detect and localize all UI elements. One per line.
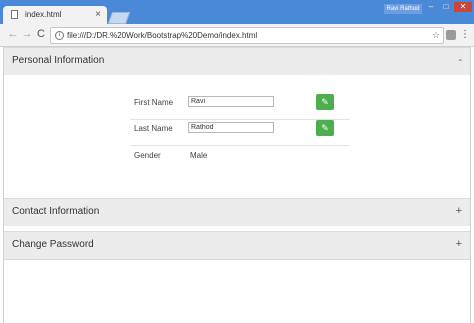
- tab-title: index.html: [25, 10, 62, 19]
- address-url[interactable]: file:///D:/DR.%20Work/Bootstrap%20Demo/i…: [67, 28, 257, 43]
- panel-title: Change Password: [12, 239, 94, 250]
- document-icon: [11, 10, 18, 19]
- extension-icon[interactable]: [446, 30, 456, 40]
- first-name-row: First Name ✎: [130, 93, 350, 120]
- reload-icon[interactable]: C: [34, 27, 48, 41]
- bookmark-star-icon[interactable]: ☆: [432, 28, 440, 43]
- first-name-field[interactable]: [188, 96, 274, 107]
- panel-title: Contact Information: [12, 206, 100, 217]
- back-arrow-icon[interactable]: ←: [6, 27, 20, 41]
- panel-title: Personal Information: [12, 55, 105, 66]
- browser-tab[interactable]: index.html ×: [3, 6, 107, 24]
- gender-label: Gender: [134, 151, 161, 160]
- edit-last-name-button[interactable]: ✎: [316, 120, 334, 136]
- last-name-row: Last Name ✎: [130, 119, 350, 146]
- last-name-field[interactable]: [188, 122, 274, 133]
- expand-icon[interactable]: +: [456, 205, 462, 217]
- user-profile-chip[interactable]: Ravi Rathod: [384, 4, 422, 14]
- pencil-icon: ✎: [321, 97, 329, 107]
- last-name-label: Last Name: [134, 124, 173, 133]
- first-name-label: First Name: [134, 98, 174, 107]
- panel-header-contact-information[interactable]: Contact Information +: [4, 198, 470, 226]
- gender-value: Male: [190, 151, 208, 160]
- window-close-icon[interactable]: ✕: [454, 2, 472, 12]
- browser-menu-icon[interactable]: ⋮: [460, 28, 470, 42]
- browser-toolbar: ← → C i file:///D:/DR.%20Work/Bootstrap%…: [0, 24, 474, 47]
- tab-close-icon[interactable]: ×: [95, 9, 101, 20]
- new-tab-button[interactable]: [107, 12, 131, 24]
- panel-group-bottom-border: [4, 259, 470, 260]
- page-viewport: Personal Information - First Name ✎ Last…: [3, 47, 471, 323]
- panel-header-personal-information[interactable]: Personal Information -: [4, 47, 470, 75]
- browser-title-bar: index.html × Ravi Rathod – □ ✕: [0, 0, 474, 24]
- maximize-icon[interactable]: □: [439, 2, 453, 12]
- panel-header-change-password[interactable]: Change Password +: [4, 231, 470, 259]
- edit-first-name-button[interactable]: ✎: [316, 94, 334, 110]
- address-bar[interactable]: i file:///D:/DR.%20Work/Bootstrap%20Demo…: [50, 27, 444, 44]
- gender-row: Gender Male: [130, 146, 350, 172]
- info-icon[interactable]: i: [55, 31, 64, 40]
- collapse-icon[interactable]: -: [458, 54, 462, 66]
- expand-icon[interactable]: +: [456, 238, 462, 250]
- minimize-icon[interactable]: –: [424, 2, 438, 12]
- forward-arrow-icon[interactable]: →: [20, 27, 34, 41]
- pencil-icon: ✎: [321, 123, 329, 133]
